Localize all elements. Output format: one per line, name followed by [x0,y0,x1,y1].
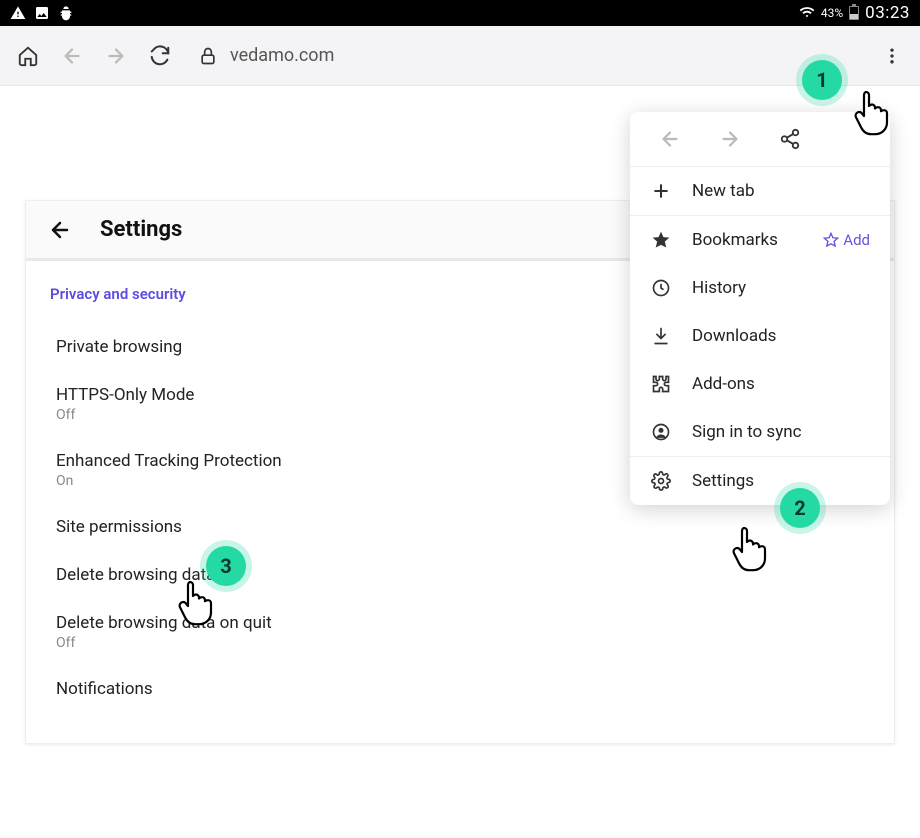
menu-downloads-label: Downloads [692,326,776,346]
nav-forward-icon[interactable] [104,44,128,68]
menu-history[interactable]: History [630,264,890,312]
setting-delete-on-quit[interactable]: Delete browsing data on quit Off [50,599,870,665]
menu-settings[interactable]: Settings [630,457,890,505]
pointer-hand-icon [174,578,218,626]
image-icon [34,5,50,21]
menu-signin-label: Sign in to sync [692,422,802,442]
pointer-hand-icon [850,88,894,136]
battery-percent: 43% [821,6,843,20]
nav-back-icon[interactable] [60,44,84,68]
account-icon [650,422,672,442]
star-filled-icon [650,230,672,250]
settings-title: Settings [100,217,182,242]
pointer-hand-icon [728,524,772,572]
clock-icon [650,278,672,298]
plus-icon [650,181,672,201]
wifi-icon [799,5,815,21]
menu-new-tab[interactable]: New tab [630,167,890,215]
warning-icon [10,5,26,21]
callout-badge-1: 1 [802,60,842,100]
battery-icon [849,6,859,20]
callout-badge-2: 2 [780,488,820,528]
menu-new-tab-label: New tab [692,181,755,201]
menu-bookmarks-label: Bookmarks [692,230,778,250]
debug-icon [58,5,74,21]
download-icon [650,326,672,346]
bookmark-add-button[interactable]: Add [823,231,870,249]
lock-icon[interactable] [196,44,220,68]
puzzle-icon [650,374,672,394]
settings-back-icon[interactable] [48,218,72,242]
setting-notifications[interactable]: Notifications [50,665,870,713]
menu-addons-label: Add-ons [692,374,755,394]
menu-settings-label: Settings [692,471,754,491]
overflow-menu: New tab Bookmarks Add History Downloads … [630,112,890,505]
menu-bookmarks[interactable]: Bookmarks Add [630,216,890,264]
menu-signin[interactable]: Sign in to sync [630,408,890,456]
android-status-bar: 43% 03:23 [0,0,920,26]
browser-toolbar: vedamo.com [0,26,920,86]
gear-icon [650,471,672,491]
menu-history-label: History [692,278,746,298]
menu-back-icon[interactable] [659,128,681,150]
menu-downloads[interactable]: Downloads [630,312,890,360]
reload-icon[interactable] [148,44,172,68]
url-text[interactable]: vedamo.com [230,45,334,66]
clock: 03:23 [865,3,910,23]
menu-addons[interactable]: Add-ons [630,360,890,408]
share-icon[interactable] [779,128,801,150]
menu-forward-icon[interactable] [719,128,741,150]
home-icon[interactable] [16,44,40,68]
overflow-menu-button[interactable] [880,44,904,68]
